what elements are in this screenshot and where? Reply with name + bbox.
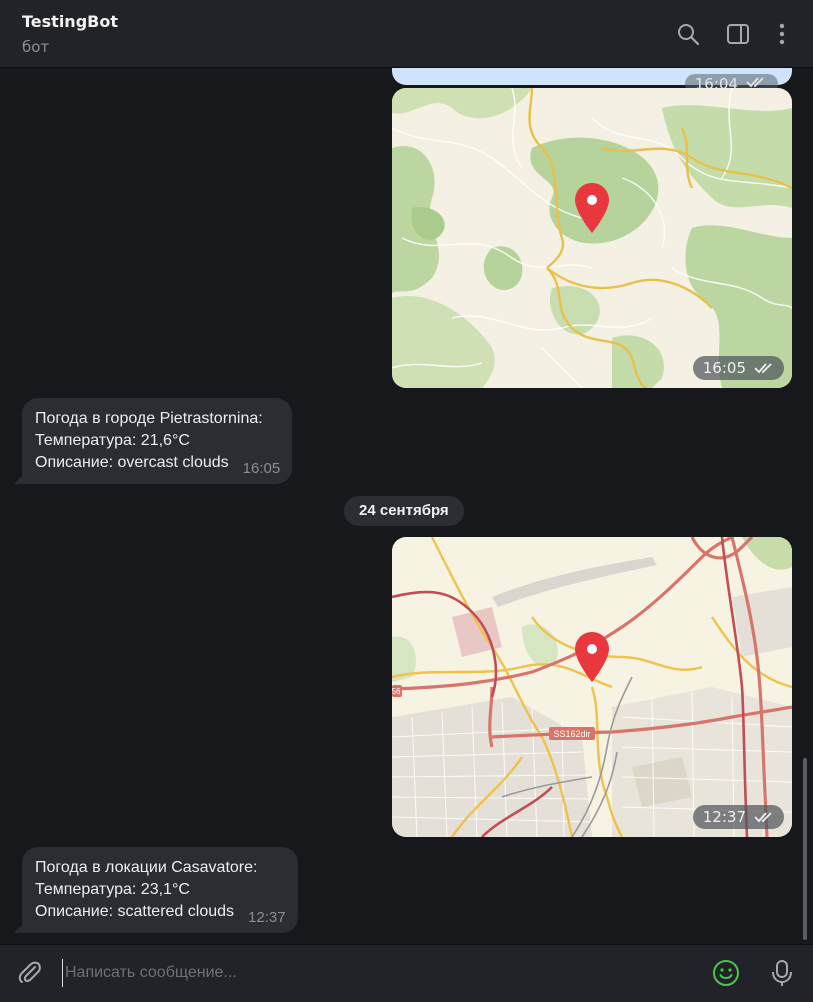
chat-title[interactable]: TestingBot <box>22 12 118 31</box>
message-list[interactable]: 16:04 16:05 Погода в городе Pietrastorni… <box>0 68 813 944</box>
message-line: Температура: 21,6°C <box>35 432 190 449</box>
emoji-icon[interactable] <box>711 958 741 988</box>
weather-message-bubble[interactable]: Погода в городе Pietrastornina: Температ… <box>22 398 293 484</box>
message-time: 16:05 <box>692 356 784 380</box>
message-time: 12:37 <box>692 805 784 829</box>
map-image: SS162dir 56 <box>392 537 792 837</box>
message-input[interactable] <box>62 959 682 987</box>
sidebar-toggle-icon[interactable] <box>725 21 751 47</box>
location-map-message[interactable]: SS162dir 56 12:37 <box>392 537 792 837</box>
road-label: 56 <box>392 687 401 696</box>
chat-header: TestingBot бот <box>0 0 813 68</box>
weather-message-bubble[interactable]: Погода в локации Casavatore: Температура… <box>22 847 298 933</box>
search-icon[interactable] <box>675 21 701 47</box>
map-image <box>392 88 792 388</box>
road-label: SS162dir <box>553 729 590 739</box>
message-time: 16:05 <box>242 460 281 477</box>
double-check-icon <box>754 810 776 824</box>
paperclip-icon[interactable] <box>16 959 44 987</box>
scrollbar[interactable] <box>803 758 807 940</box>
location-map-message[interactable]: 16:05 <box>392 88 792 388</box>
microphone-icon[interactable] <box>768 958 796 988</box>
message-line: Погода в городе Pietrastornina: <box>35 410 263 427</box>
message-line: Температура: 23,1°C <box>35 881 190 898</box>
message-line: Погода в локации Casavatore: <box>35 859 258 876</box>
chat-subtitle: бот <box>22 38 50 56</box>
message-time: 12:37 <box>248 909 286 926</box>
more-vertical-icon[interactable] <box>769 21 795 47</box>
message-line-last: Описание: scattered clouds 12:37 <box>35 903 286 926</box>
previous-message-bubble[interactable]: 16:04 <box>392 68 792 94</box>
date-separator: 24 сентября <box>344 496 464 526</box>
double-check-icon <box>754 361 776 375</box>
message-line-last: Описание: overcast clouds 16:05 <box>35 454 281 477</box>
message-composer <box>0 944 813 1002</box>
